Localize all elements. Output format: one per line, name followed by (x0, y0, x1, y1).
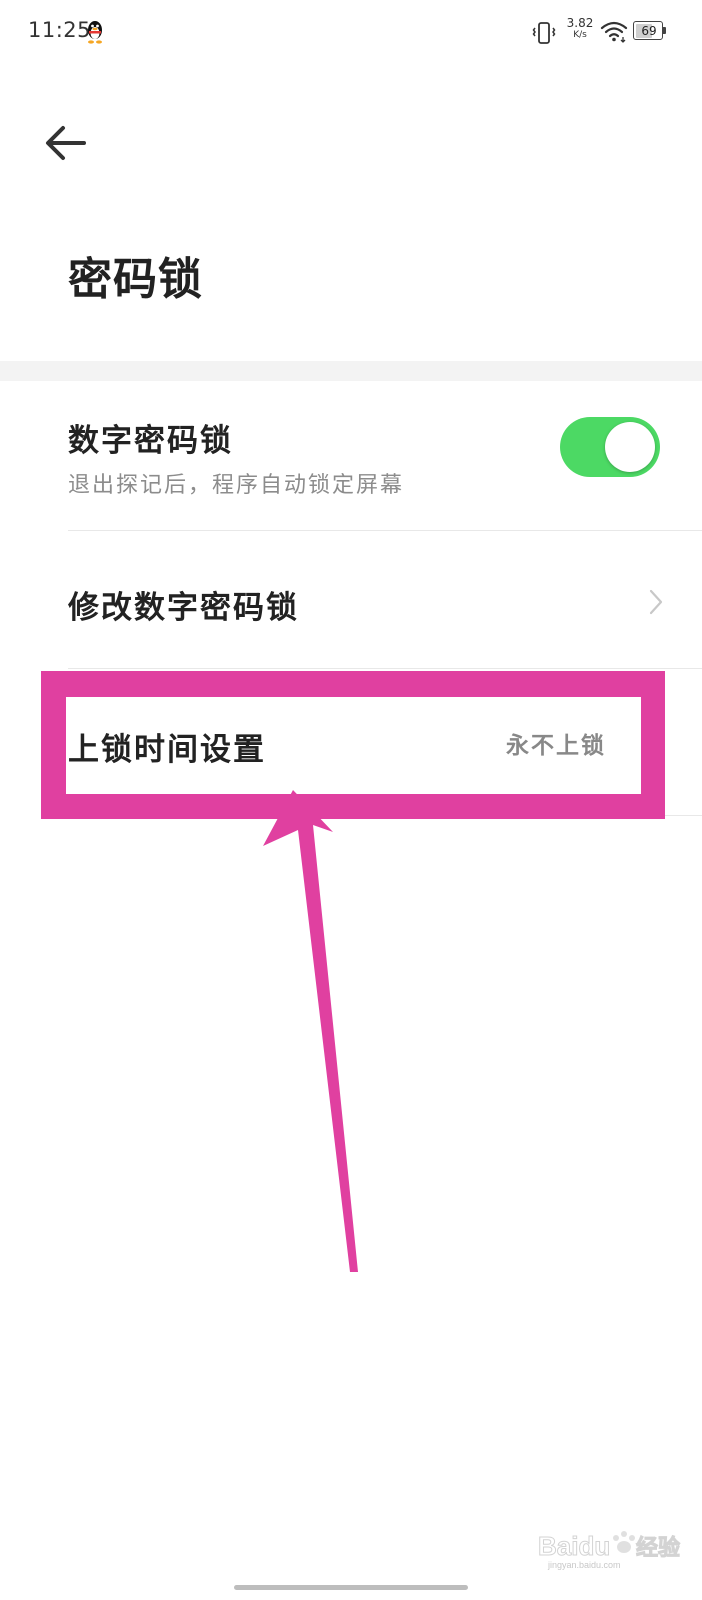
number-lock-toggle[interactable] (560, 417, 660, 477)
battery-level: 69 (641, 24, 657, 38)
row-divider (68, 815, 702, 816)
status-time: 11:25 (28, 18, 92, 42)
home-indicator[interactable] (234, 1585, 468, 1590)
watermark-service: 经验 (636, 1535, 680, 1561)
modify-number-lock-title: 修改数字密码锁 (68, 590, 299, 626)
network-speed: 3.82 K/s (564, 17, 596, 40)
battery-indicator: 69 (633, 21, 667, 42)
lock-time-setting-title: 上锁时间设置 (68, 732, 266, 768)
status-bar: 11:25 3.82 K/s 69 (0, 0, 702, 64)
chevron-right-icon (649, 589, 663, 615)
back-button[interactable] (40, 116, 94, 170)
network-speed-value: 3.82 (566, 16, 594, 30)
wifi-icon (600, 21, 628, 43)
qq-penguin-icon (88, 21, 102, 44)
number-lock-title: 数字密码锁 (68, 423, 233, 459)
section-divider (0, 361, 702, 381)
vibrate-icon (532, 22, 556, 44)
baidu-jingyan-watermark: Baidu 经验 jingyan.baidu.com (538, 1531, 681, 1571)
page-title: 密码锁 (68, 254, 203, 305)
arrow-annotation (263, 790, 358, 1272)
modify-number-lock-row[interactable]: 修改数字密码锁 (0, 531, 702, 668)
lock-time-value: 永不上锁 (506, 733, 606, 759)
network-speed-unit: K/s (573, 30, 587, 40)
watermark-url: jingyan.baidu.com (547, 1560, 621, 1570)
number-lock-subtitle: 退出探记后，程序自动锁定屏幕 (68, 473, 405, 498)
watermark-brand: Baidu (538, 1531, 610, 1561)
arrow-left-icon (46, 126, 86, 160)
toggle-knob (605, 422, 655, 472)
